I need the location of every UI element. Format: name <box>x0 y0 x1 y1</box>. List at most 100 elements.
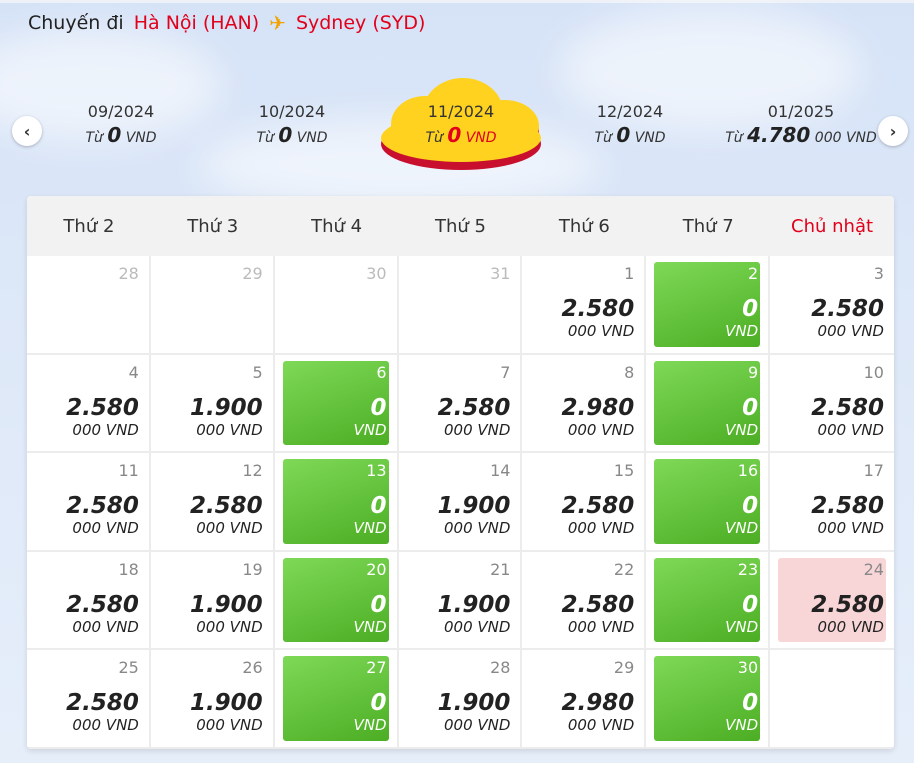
airplane-icon: ✈ <box>269 11 286 35</box>
day-cell[interactable]: 18 2.580 000 VND <box>27 551 151 651</box>
day-price: 0 <box>742 591 759 618</box>
day-number: 3 <box>873 264 884 283</box>
day-number: 1 <box>624 264 635 283</box>
day-number: 5 <box>252 362 263 382</box>
day-cell[interactable]: 1 2.580 000 VND <box>522 256 647 355</box>
day-price-unit: 000 VND <box>443 519 511 538</box>
day-cell[interactable]: 19 1.900 000 VND <box>150 551 275 651</box>
destination-city[interactable]: Sydney (SYD) <box>296 12 426 34</box>
day-cell[interactable]: 20 0 VND <box>274 551 399 651</box>
day-cell[interactable]: 25 2.580 000 VND <box>27 650 151 749</box>
month-label: 09/2024 <box>87 102 155 121</box>
day-number: 21 <box>490 559 511 579</box>
day-price: 2.580 <box>66 394 139 421</box>
day-grid: 28 29 30 31 1 2.580 000 VND 2 0 VND 3 2.580 000 VND 4… <box>27 256 894 749</box>
month-label: 12/2024 <box>596 102 664 121</box>
day-number: 2 <box>747 264 759 283</box>
day-cell[interactable]: 27 0 VND <box>274 650 399 749</box>
day-number: 27 <box>366 658 387 678</box>
day-price-unit: VND <box>353 716 387 735</box>
day-cell[interactable]: 24 2.580 000 VND <box>770 552 894 651</box>
day-price-unit: 000 VND <box>196 716 263 735</box>
day-number: 14 <box>490 461 511 481</box>
day-cell[interactable]: 16 0 VND <box>646 453 771 552</box>
day-price: 2.580 <box>66 493 139 520</box>
day-cell[interactable]: 2 0 VND <box>646 256 771 355</box>
day-price-unit: VND <box>353 617 387 636</box>
month-label: 10/2024 <box>258 102 326 121</box>
day-number: 19 <box>242 559 263 579</box>
weekday-header: Thứ 2 Thứ 3 Thứ 4 Thứ 5 Thứ 6 Thứ 7 Chủ nhật <box>27 196 894 256</box>
day-cell[interactable]: 17 2.580 000 VND <box>770 453 894 552</box>
day-cell[interactable]: 6 0 VND <box>274 354 399 454</box>
day-cell[interactable]: 12 2.580 000 VND <box>150 453 275 552</box>
month-min-price: Từ 0 VND <box>425 123 497 147</box>
day-cell[interactable]: 21 1.900 000 VND <box>398 551 523 651</box>
day-price-unit: VND <box>725 420 759 439</box>
day-cell[interactable]: 10 2.580 000 VND <box>770 355 894 454</box>
day-number: 6 <box>376 362 387 382</box>
day-price-unit: VND <box>725 617 759 636</box>
day-cell[interactable]: 26 1.900 000 VND <box>150 650 275 749</box>
day-price: 2.580 <box>189 493 263 520</box>
day-number: 4 <box>128 362 139 382</box>
weekday-label: Thứ 3 <box>187 215 239 237</box>
day-number: 7 <box>500 362 511 382</box>
day-cell[interactable]: 13 0 VND <box>274 453 399 552</box>
day-price-unit: 000 VND <box>443 617 511 636</box>
month-min-price: Từ 0 VND <box>594 123 666 147</box>
day-price: 0 <box>370 690 387 717</box>
month-label: 01/2025 <box>767 102 835 121</box>
day-price: 2.580 <box>811 493 884 520</box>
day-cell[interactable]: 23 0 VND <box>646 551 771 651</box>
day-number: 16 <box>737 461 759 481</box>
day-cell[interactable]: 5 1.900 000 VND <box>150 354 275 454</box>
weekday-label: Thứ 5 <box>434 215 486 237</box>
day-price-unit: VND <box>725 716 759 735</box>
weekday-label: Thứ 7 <box>682 215 734 237</box>
month-item[interactable]: 12/2024 Từ 0 VND <box>545 102 715 147</box>
day-number: 22 <box>613 559 635 579</box>
day-price-unit: 000 VND <box>817 420 884 439</box>
day-price-unit: 000 VND <box>817 519 884 538</box>
day-price: 1.900 <box>189 394 263 421</box>
month-item[interactable]: 01/2025 Từ 4.780 000 VND <box>716 102 886 147</box>
day-number: 25 <box>118 658 139 678</box>
day-price-unit: 000 VND <box>567 617 635 636</box>
day-cell[interactable]: 30 0 VND <box>646 650 771 749</box>
day-price-unit: 000 VND <box>567 716 635 735</box>
day-price: 2.580 <box>811 591 884 618</box>
day-cell[interactable]: 8 2.980 000 VND <box>522 354 647 454</box>
day-number: 26 <box>242 658 263 678</box>
day-number: 17 <box>863 461 884 481</box>
day-price: 0 <box>742 493 759 520</box>
day-cell[interactable]: 3 2.580 000 VND <box>770 256 894 355</box>
day-cell[interactable]: 28 1.900 000 VND <box>398 650 523 749</box>
day-number: 18 <box>118 559 139 579</box>
month-item[interactable]: 11/2024 Từ 0 VND <box>376 102 546 147</box>
month-item[interactable]: 10/2024 Từ 0 VND <box>207 102 377 147</box>
day-price-unit: 000 VND <box>72 420 139 439</box>
day-cell[interactable]: 14 1.900 000 VND <box>398 453 523 552</box>
day-price: 1.900 <box>189 591 263 618</box>
weekday-label: Chủ nhật <box>791 215 874 237</box>
day-cell[interactable]: 7 2.580 000 VND <box>398 354 523 454</box>
day-price-unit: 000 VND <box>567 420 635 439</box>
month-item[interactable]: 09/2024 Từ 0 VND <box>36 102 206 147</box>
chevron-left-icon: ‹ <box>23 121 31 141</box>
day-cell[interactable]: 4 2.580 000 VND <box>27 354 151 454</box>
day-cell[interactable]: 29 2.980 000 VND <box>522 650 647 749</box>
day-number: 23 <box>737 559 759 579</box>
day-price: 1.900 <box>437 493 511 520</box>
weekday-label: Thứ 2 <box>63 215 115 237</box>
origin-city[interactable]: Hà Nội (HAN) <box>134 12 259 34</box>
day-price: 2.580 <box>561 493 635 520</box>
day-price: 0 <box>742 690 759 717</box>
day-cell[interactable]: 9 0 VND <box>646 354 771 454</box>
day-cell[interactable]: 11 2.580 000 VND <box>27 453 151 552</box>
day-cell[interactable]: 15 2.580 000 VND <box>522 453 647 552</box>
day-price: 0 <box>742 296 759 322</box>
day-number: 31 <box>490 264 511 283</box>
day-cell[interactable]: 22 2.580 000 VND <box>522 551 647 651</box>
day-number: 29 <box>242 264 263 283</box>
